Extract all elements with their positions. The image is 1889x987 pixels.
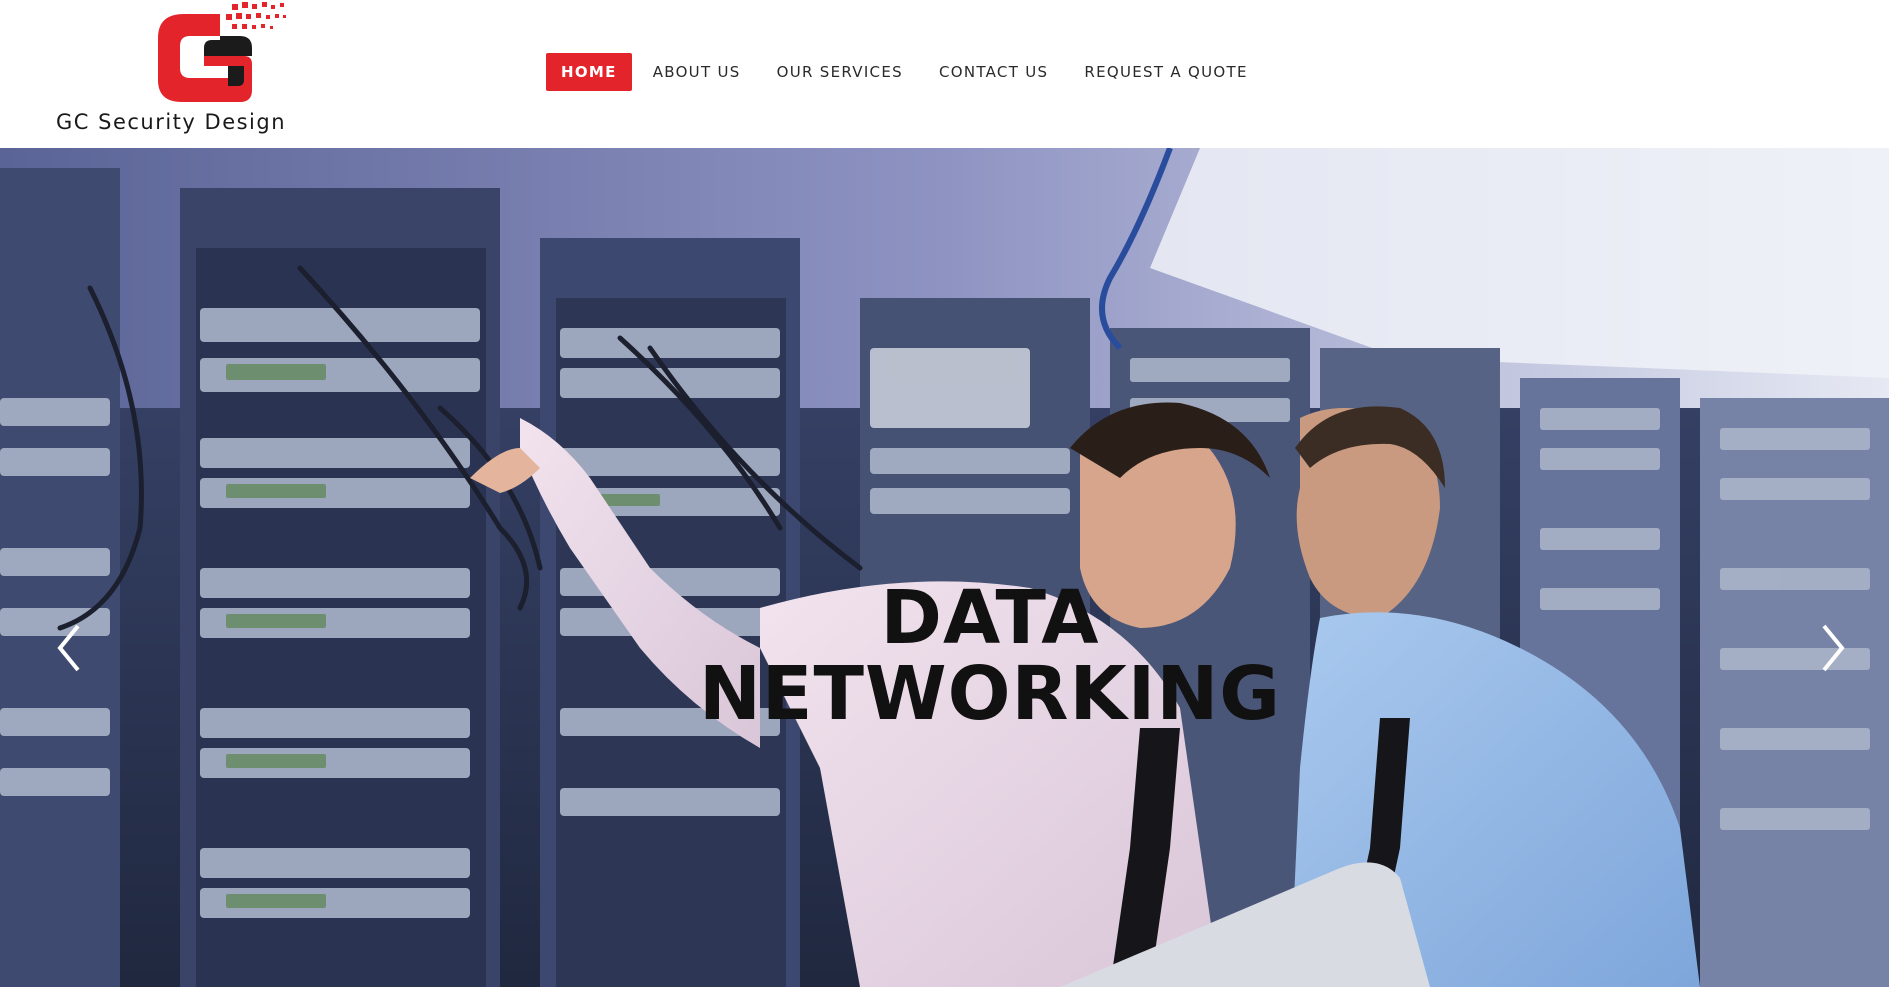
nav-our-services[interactable]: OUR SERVICES	[762, 53, 918, 91]
slider-next-button[interactable]	[1812, 618, 1852, 678]
logo[interactable]: GC Security Design	[52, 0, 312, 140]
hero-background-image	[0, 148, 1889, 987]
hero-title-line1: DATA	[880, 575, 1100, 661]
nav-request-a-quote[interactable]: REQUEST A QUOTE	[1069, 53, 1262, 91]
logo-text: GC Security Design	[56, 110, 287, 134]
nav-contact-us[interactable]: CONTACT US	[924, 53, 1063, 91]
nav-about-us[interactable]: ABOUT US	[638, 53, 756, 91]
nav-home[interactable]: HOME	[546, 53, 632, 91]
site-header: GC Security Design HOME ABOUT US OUR SER…	[0, 0, 1889, 148]
slider-prev-button[interactable]	[50, 618, 90, 678]
hero-slider: DATA NETWORKING	[0, 148, 1889, 987]
gc-logo-icon	[158, 2, 286, 102]
hero-title-line2: NETWORKING	[698, 651, 1282, 737]
chevron-left-icon	[57, 624, 80, 672]
hero-title: DATA NETWORKING	[0, 580, 1889, 732]
chevron-right-icon	[1822, 624, 1845, 672]
main-nav: HOME ABOUT US OUR SERVICES CONTACT US RE…	[546, 53, 1269, 91]
